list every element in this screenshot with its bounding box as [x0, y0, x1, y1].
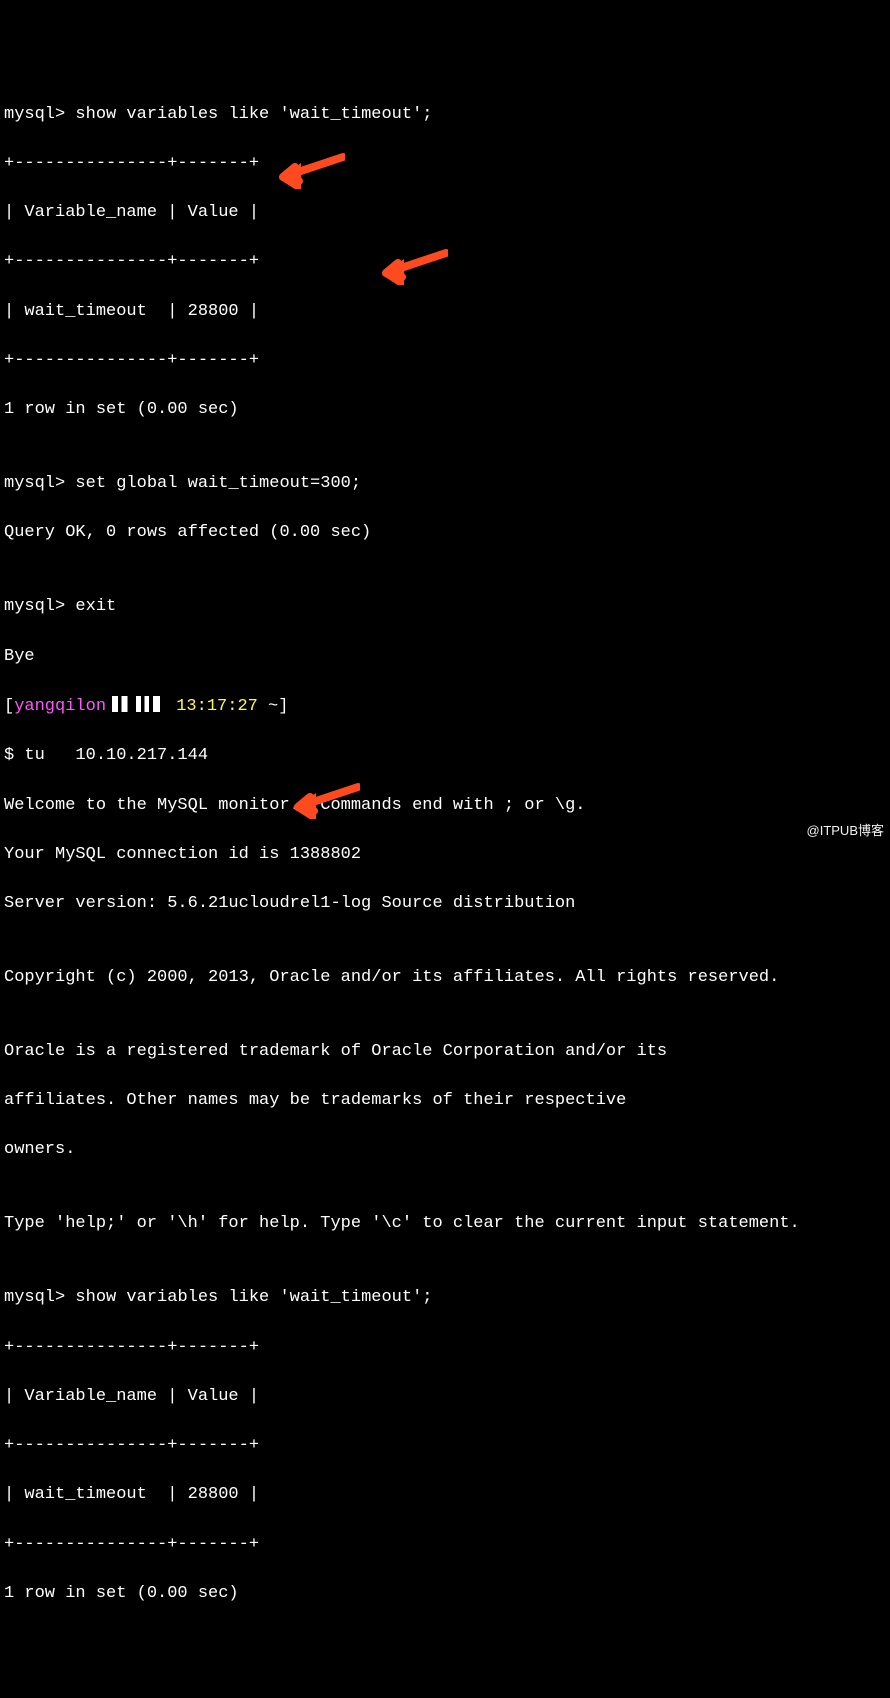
- welcome-line: Your MySQL connection id is 1388802: [4, 843, 886, 868]
- bye-line: Bye: [4, 645, 886, 670]
- table-row: | wait_timeout | 28800 |: [4, 300, 886, 325]
- terminal-line: mysql> set global wait_timeout=300;: [4, 472, 886, 497]
- shell-user: yangqilon: [14, 697, 106, 716]
- bracket-open: [: [4, 697, 14, 716]
- shell-time: 13:17:27: [166, 697, 258, 716]
- table-border: +---------------+-------+: [4, 152, 886, 177]
- terminal-line: mysql> show variables like 'wait_timeout…: [4, 1286, 886, 1311]
- mysql-prompt: mysql>: [4, 105, 75, 124]
- trademark-line: affiliates. Other names may be trademark…: [4, 1089, 886, 1114]
- welcome-line: Welcome to the MySQL monitor. Commands e…: [4, 794, 886, 819]
- terminal-line: mysql> show variables like 'wait_timeout…: [4, 103, 886, 128]
- shell-prompt-line: [yangqilon 13:17:27 ~]: [4, 694, 886, 720]
- table-row: | wait_timeout | 28800 |: [4, 1483, 886, 1508]
- copyright-line: Copyright (c) 2000, 2013, Oracle and/or …: [4, 966, 886, 991]
- table-border: +---------------+-------+: [4, 1533, 886, 1558]
- mysql-prompt: mysql>: [4, 1288, 75, 1307]
- watermark-text: @ITPUB博客: [807, 822, 884, 841]
- sql-command: exit: [75, 597, 116, 616]
- bracket-close: ]: [278, 697, 288, 716]
- table-header: | Variable_name | Value |: [4, 201, 886, 226]
- mysql-prompt: mysql>: [4, 597, 75, 616]
- help-line: Type 'help;' or '\h' for help. Type '\c'…: [4, 1212, 886, 1237]
- sql-command: show variables like 'wait_timeout';: [75, 1288, 432, 1307]
- result-line: 1 row in set (0.00 sec): [4, 1582, 886, 1607]
- censored-text: [106, 696, 166, 712]
- table-border: +---------------+-------+: [4, 349, 886, 374]
- table-header: | Variable_name | Value |: [4, 1385, 886, 1410]
- shell-tilde: ~: [258, 697, 278, 716]
- result-line: 1 row in set (0.00 sec): [4, 398, 886, 423]
- shell-command: $ tu 10.10.217.144: [4, 744, 886, 769]
- table-border: +---------------+-------+: [4, 1336, 886, 1361]
- result-line: Query OK, 0 rows affected (0.00 sec): [4, 521, 886, 546]
- mysql-prompt: mysql>: [4, 474, 75, 493]
- welcome-line: Server version: 5.6.21ucloudrel1-log Sou…: [4, 892, 886, 917]
- terminal-line: mysql> exit: [4, 595, 886, 620]
- trademark-line: Oracle is a registered trademark of Orac…: [4, 1040, 886, 1065]
- table-border: +---------------+-------+: [4, 1434, 886, 1459]
- trademark-line: owners.: [4, 1138, 886, 1163]
- sql-command: set global wait_timeout=300;: [75, 474, 361, 493]
- table-border: +---------------+-------+: [4, 250, 886, 275]
- sql-command: show variables like 'wait_timeout';: [75, 105, 432, 124]
